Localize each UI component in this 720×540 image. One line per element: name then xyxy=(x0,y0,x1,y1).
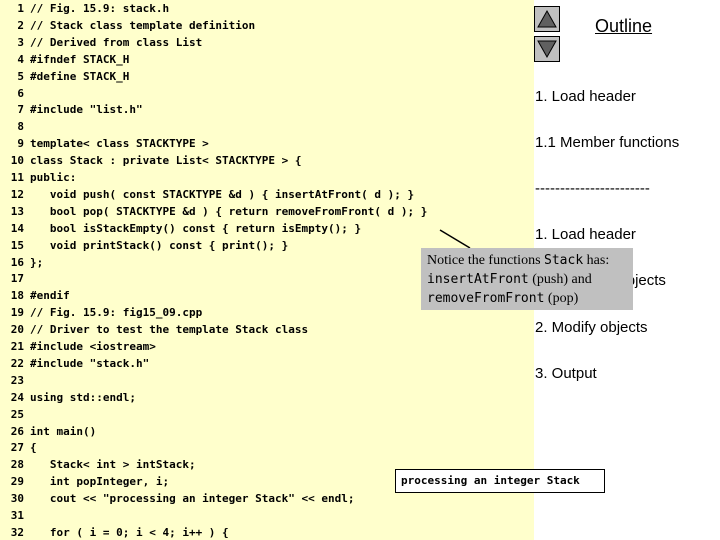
line-number: 1 xyxy=(17,2,24,15)
line-number: 4 xyxy=(17,52,24,66)
triangle-down-icon xyxy=(537,40,557,59)
line-number: 18 xyxy=(10,289,24,303)
callout-note: Notice the functions Stack has: insertAt… xyxy=(421,248,633,310)
code-line: void printStack() const { print(); } xyxy=(30,238,289,252)
code-line: for ( i = 0; i < 4; i++ ) { xyxy=(30,525,229,539)
line-number: 30 xyxy=(10,492,24,506)
line-number: 20 xyxy=(10,323,24,337)
code-line: #include "stack.h" xyxy=(30,356,150,370)
code-line: Stack< int > intStack; xyxy=(30,458,196,472)
code-line: #include <iostream> xyxy=(30,340,156,353)
code-line: #ifndef STACK_H xyxy=(30,52,130,66)
line-number: 3 xyxy=(17,35,24,49)
line-number: 5 xyxy=(17,69,24,83)
code-line: template< class STACKTYPE > xyxy=(30,137,209,151)
code-line: // Stack class template definition xyxy=(30,18,256,32)
outline-item-modify-objects: 2. Modify objects xyxy=(535,319,648,336)
line-number: 27 xyxy=(10,441,24,455)
program-output-box: processing an integer Stack xyxy=(395,469,605,493)
code-line: void push( const STACKTYPE &d ) { insert… xyxy=(30,187,415,201)
line-number: 22 xyxy=(10,356,24,370)
line-number: 25 xyxy=(10,407,24,421)
code-line: int main() xyxy=(30,424,97,438)
code-line: // Derived from class List xyxy=(30,35,203,49)
code-line: using std::endl; xyxy=(30,390,136,404)
line-number: 7 xyxy=(17,103,24,117)
line-number: 28 xyxy=(10,458,24,472)
code-line: #include "list.h" xyxy=(30,103,143,117)
line-number: 13 xyxy=(10,204,24,218)
line-number: 15 xyxy=(10,238,24,252)
code-line: #define STACK_H xyxy=(30,69,130,83)
code-line: cout << "processing an integer Stack" <<… xyxy=(30,492,355,506)
line-number: 11 xyxy=(10,171,24,184)
code-line: public: xyxy=(30,171,77,184)
line-number: 16 xyxy=(10,255,24,269)
line-number: 21 xyxy=(10,340,24,353)
code-line: }; xyxy=(30,255,44,269)
line-number: 24 xyxy=(10,390,24,404)
callout-line-3: removeFromFront (pop) xyxy=(427,291,579,306)
code-line: int popInteger, i; xyxy=(30,475,170,489)
code-line: // Fig. 15.9: fig15_09.cpp xyxy=(30,306,203,320)
next-slide-button[interactable] xyxy=(534,36,560,62)
callout-line-2: insertAtFront (push) and xyxy=(427,272,592,287)
outline-item-load-header-2: 1. Load header xyxy=(535,226,636,243)
triangle-up-icon xyxy=(537,9,557,28)
line-number: 9 xyxy=(17,137,24,151)
code-line: #endif xyxy=(30,289,70,303)
previous-slide-button[interactable] xyxy=(534,6,560,32)
code-line: { xyxy=(30,441,37,455)
code-line: bool isStackEmpty() const { return isEmp… xyxy=(30,221,362,235)
outline-item-output: 3. Output xyxy=(535,365,597,382)
code-line: // Driver to test the template Stack cla… xyxy=(30,323,309,337)
outline-item-load-header: 1. Load header xyxy=(535,88,636,105)
code-line: // Fig. 15.9: stack.h xyxy=(30,2,170,15)
line-number: 8 xyxy=(17,120,24,134)
line-number: 31 xyxy=(10,509,24,522)
callout-line-1: Notice the functions Stack has: xyxy=(427,253,610,268)
code-line: class Stack : private List< STACKTYPE > … xyxy=(30,154,302,168)
code-line: bool pop( STACKTYPE &d ) { return remove… xyxy=(30,204,428,218)
line-number: 17 xyxy=(10,272,24,286)
outline-item-member-functions: 1.1 Member functions xyxy=(535,134,680,151)
line-number: 23 xyxy=(10,373,24,387)
line-number: 10 xyxy=(10,154,24,168)
line-number: 29 xyxy=(10,475,24,489)
line-number: 26 xyxy=(10,424,24,438)
line-number: 6 xyxy=(17,86,24,100)
line-number: 19 xyxy=(10,306,24,320)
outline-title[interactable]: Outline xyxy=(595,16,652,37)
line-number: 14 xyxy=(10,221,24,235)
line-number: 32 xyxy=(10,525,24,539)
outline-divider: ----------------------- xyxy=(535,180,650,197)
line-number: 12 xyxy=(10,187,24,201)
line-number: 2 xyxy=(17,18,24,32)
